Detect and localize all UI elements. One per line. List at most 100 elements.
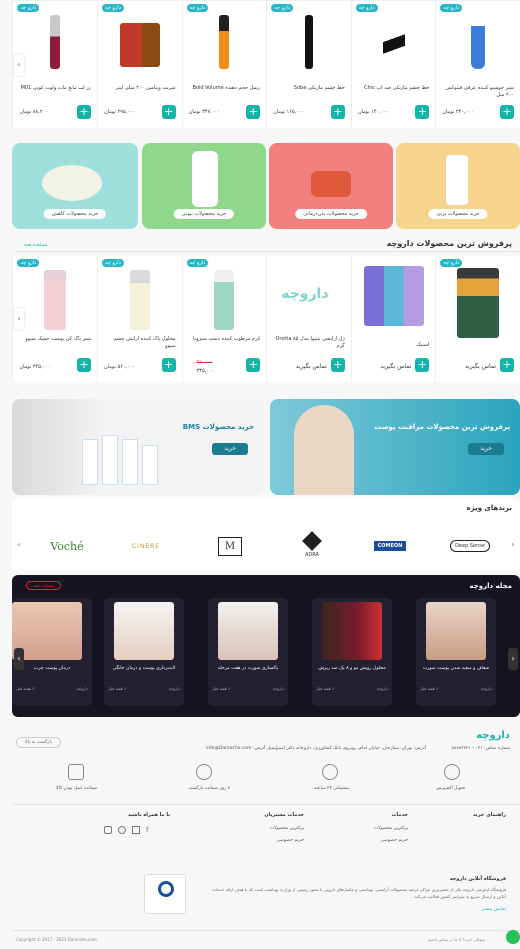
banner-buy-button[interactable]: خرید xyxy=(212,443,248,455)
feature-label: ۷ روز ضمانت بازگشت xyxy=(188,786,231,791)
footer-link[interactable]: حریم خصوصی xyxy=(276,838,304,843)
add-to-cart-button[interactable]: + xyxy=(415,358,430,372)
footer-link[interactable]: پرکترین محصولات xyxy=(374,826,408,831)
post-time: ۲ هفته قبل xyxy=(16,686,35,691)
category-tile[interactable]: خرید محصولات کاهش xyxy=(12,143,138,229)
telegram-icon[interactable] xyxy=(132,826,140,834)
product-card[interactable]: دارو چه شیر پاک کن پوست خشک سیوو ۴۴۵,۰۰۰… xyxy=(12,256,98,382)
brand-logo[interactable]: COMEON xyxy=(360,532,420,560)
add-to-cart-button[interactable]: + xyxy=(246,105,261,119)
add-to-cart-button[interactable]: + xyxy=(246,358,261,372)
magazine-card[interactable]: لایه‌برداری پوست و درمان خانگی داروچه ۲ ه… xyxy=(104,598,184,706)
product-card[interactable]: داروچه ژل آرایشی نیتیوا مدل Orotta ۸۵ گر… xyxy=(266,256,351,382)
footer-link[interactable]: پرکترین محصولات xyxy=(270,826,304,831)
product-image xyxy=(214,270,235,330)
product-card[interactable]: دارو چه شربت ویتامین ۲۰۰ میلی لیتر ۲۹۵,۰… xyxy=(97,1,182,128)
carousel-prev-arrow[interactable]: ‹ xyxy=(14,308,24,330)
product-card[interactable]: دارو چه محلول پاک کننده آرایش چشم سیوو ۵… xyxy=(97,256,182,382)
brand-logo[interactable]: Deep Sense xyxy=(440,532,500,560)
product-card[interactable]: دارو چه شیر خوشبو کننده عرقی فیتوکس ۲۰۰ … xyxy=(435,1,520,128)
magazine-card[interactable]: شفاف و سفید شدن پوست صورت داروچه ۲ هفته ق… xyxy=(416,598,496,706)
facebook-icon[interactable]: f xyxy=(146,826,154,834)
product-price: تماس بگیرید xyxy=(464,363,496,370)
product-card[interactable]: دارو چه رژ لب مایع مات ولوت کوپی M01 ۸۸,… xyxy=(12,1,98,128)
add-to-cart-button[interactable]: + xyxy=(330,105,345,119)
add-to-cart-button[interactable]: + xyxy=(77,105,92,119)
category-tile[interactable]: خرید محصولات بدن‌درمانی xyxy=(269,143,393,229)
product-tag: دارو چه xyxy=(271,4,294,12)
bestsellers-carousel: دارو چه تماس بگیرید + استیک تماس بگیرید … xyxy=(12,256,520,382)
add-to-cart-button[interactable]: + xyxy=(77,358,92,372)
support-icon xyxy=(322,764,338,780)
product-bottles xyxy=(82,429,172,485)
view-all-link[interactable]: مشاهده همه xyxy=(24,243,48,248)
add-to-cart-button[interactable]: + xyxy=(161,358,176,372)
divider xyxy=(12,930,520,931)
instagram-icon[interactable] xyxy=(104,826,112,834)
top-products-carousel: دارو چه شیر خوشبو کننده عرقی فیتوکس ۲۰۰ … xyxy=(12,0,520,128)
whatsapp-chat-button[interactable] xyxy=(506,930,520,944)
add-to-cart-button[interactable]: + xyxy=(415,105,430,119)
product-image xyxy=(311,171,351,197)
product-name: شربت ویتامین ۲۰۰ میلی لیتر xyxy=(115,85,176,91)
feature-label: پشتیبانی ۲۴ ساعته xyxy=(314,786,350,791)
magazine-card[interactable]: درمان پوست چرب داروچه ۲ هفته قبل xyxy=(12,598,92,706)
product-tag: دارو چه xyxy=(440,4,463,12)
product-tag: دارو چه xyxy=(102,4,124,12)
brands-next-arrow[interactable]: › xyxy=(508,534,518,556)
brand-logo[interactable]: CINERE xyxy=(116,532,176,560)
product-card[interactable]: دارو چه خط چشم ماژیکی ضد آب Chic ۱۴۰,۰۰۰… xyxy=(350,1,436,128)
product-image xyxy=(129,270,150,330)
carousel-prev-arrow[interactable]: ‹ xyxy=(14,54,24,76)
brand-name: Deep Sense xyxy=(450,540,490,552)
product-name: خط چشم ماژیکی ضد آب Chic xyxy=(364,85,430,91)
post-title: شفاف و سفید شدن پوست صورت xyxy=(422,666,490,671)
post-time: ۲ هفته قبل xyxy=(316,686,335,691)
banner-buy-button[interactable]: خرید xyxy=(468,443,504,455)
brand-logo[interactable]: ADRA xyxy=(282,531,342,560)
whatsapp-icon[interactable] xyxy=(118,826,126,834)
footer-phone: شماره تماس: ۰۲۱ - ۸۸۸۸۲۷۲۱ xyxy=(451,746,510,751)
product-card[interactable]: دارو چه کرم مرطوب کننده دست سیزونا ۴۶۰,۰… xyxy=(181,256,267,382)
banner-skincare[interactable]: پرفروش ترین محصولات مراقبت پوست خرید xyxy=(270,399,520,495)
delivery-icon xyxy=(444,764,460,780)
enamad-badge[interactable] xyxy=(144,874,186,914)
magazine-card[interactable]: محلول رویش مو و ۸ پک ضد ریزش داروچه ۲ هفت… xyxy=(312,598,392,706)
brand-logo[interactable]: M xyxy=(200,532,260,560)
back-to-top-button[interactable]: بازگشت به بالا xyxy=(16,737,62,748)
brand-name: ADRA xyxy=(305,552,319,558)
add-to-cart-button[interactable]: + xyxy=(330,358,345,372)
brand-logo[interactable]: Voché xyxy=(34,532,100,560)
social-links: f xyxy=(104,826,154,834)
post-time: ۲ هفته قبل xyxy=(212,686,231,691)
magazine-card[interactable]: پاکسازی صورت در هفت مرحله داروچه ۲ هفته ق… xyxy=(208,598,288,706)
post-time: ۲ هفته قبل xyxy=(108,686,127,691)
product-card[interactable]: دارو چه خط چشم ماژیکی Sobe ۱۶۵,۰۰۰ تومان… xyxy=(266,1,351,128)
product-tag: دارو چه xyxy=(186,4,209,12)
post-author: داروچه xyxy=(272,686,284,691)
post-title: پاکسازی صورت در هفت مرحله xyxy=(217,666,279,671)
magazine-next-arrow[interactable]: › xyxy=(508,648,518,670)
view-all-link[interactable]: مشاهده همه xyxy=(26,581,62,590)
product-image xyxy=(44,270,67,330)
product-card[interactable]: دارو چه ریمل حجم دهنده Bold Volume ۳۴۷,۰… xyxy=(181,1,267,128)
about-title: فروشگاه آنلاین داروچه xyxy=(449,876,506,882)
post-image xyxy=(426,602,486,660)
banner-bms[interactable]: خرید محصولات BMS خرید xyxy=(12,399,264,495)
add-to-cart-button[interactable]: + xyxy=(500,105,514,119)
category-label: خرید محصولات کاهش xyxy=(43,209,107,219)
footer-link[interactable]: حریم خصوصی xyxy=(380,838,408,843)
category-tile[interactable]: خرید محصولات پرتئ xyxy=(396,143,520,229)
add-to-cart-button[interactable]: + xyxy=(161,105,176,119)
magazine-prev-arrow[interactable]: ‹ xyxy=(14,648,24,670)
product-card[interactable]: استیک تماس بگیرید + xyxy=(350,256,436,382)
product-price: ۲۴۰,۰۰۰ تومان xyxy=(442,109,474,115)
read-more-link[interactable]: نمایش بیشتر xyxy=(482,907,506,912)
product-card[interactable]: دارو چه تماس بگیرید + xyxy=(435,256,520,382)
post-author: داروچه xyxy=(76,686,88,691)
brands-prev-arrow[interactable]: ‹ xyxy=(14,534,24,556)
post-time: ۲ هفته قبل xyxy=(420,686,439,691)
add-to-cart-button[interactable]: + xyxy=(500,358,514,372)
category-tile[interactable]: خرید محصولات بیوتی xyxy=(142,143,266,229)
footer-col-title: با ما همراه باشید xyxy=(128,812,171,818)
